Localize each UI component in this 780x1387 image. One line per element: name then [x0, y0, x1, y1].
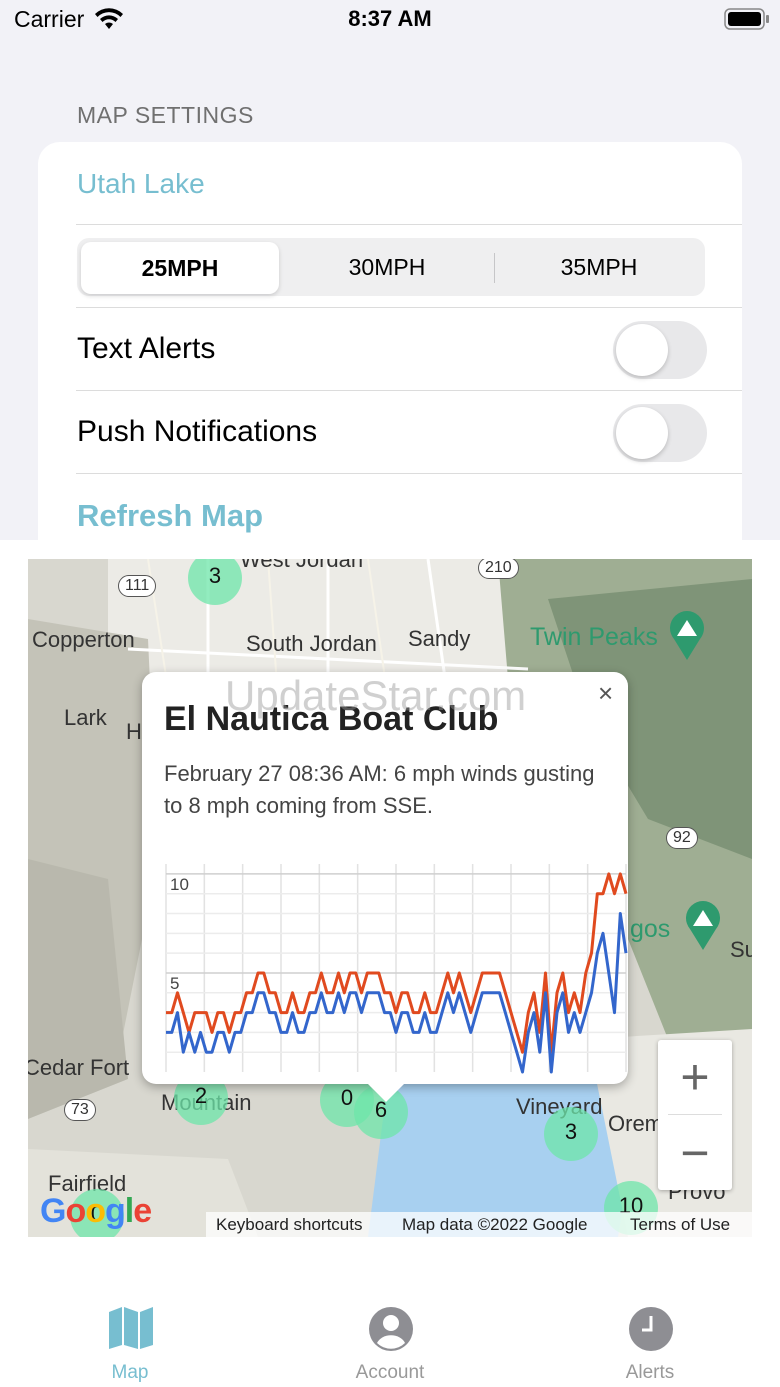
map-place-label: Twin Peaks [530, 623, 658, 651]
divider [76, 473, 742, 474]
toggle-knob [616, 324, 668, 376]
map-icon [109, 1307, 153, 1349]
push-notifications-label: Push Notifications [77, 415, 318, 448]
wind-chart: 10 5 [165, 864, 628, 1074]
status-bar: Carrier 8:37 AM [0, 0, 780, 40]
route-shield: 210 [478, 559, 519, 579]
tab-label: Map [111, 1362, 149, 1383]
map-data-label: Map data ©2022 Google [402, 1215, 588, 1234]
map-place-label: Su [730, 937, 752, 962]
map-place-label: South Jordan [246, 631, 377, 656]
map-place-label: Cedar Fort [28, 1055, 130, 1080]
segment-30mph[interactable]: 30MPH [283, 238, 491, 296]
station-speed: 3 [208, 563, 222, 588]
terms-of-use-link[interactable]: Terms of Use [630, 1215, 730, 1235]
tab-account[interactable]: Account [310, 1260, 470, 1387]
section-title: MAP SETTINGS [77, 102, 254, 128]
text-alerts-label: Text Alerts [77, 332, 216, 365]
map-place-label: Lark [64, 705, 107, 730]
push-notifications-toggle[interactable] [613, 404, 707, 462]
clock: 8:37 AM [348, 6, 432, 31]
segment-separator [494, 253, 495, 283]
speed-segmented-control: 25MPH 30MPH 35MPH [77, 238, 705, 296]
segment-35mph[interactable]: 35MPH [497, 238, 701, 296]
map-place-label: Sandy [408, 626, 471, 651]
chart-tick-label: 10 [170, 875, 189, 894]
map-place-label: West Jordan [240, 559, 364, 572]
clock-icon [629, 1307, 673, 1351]
map-place-label: H [126, 719, 142, 744]
route-shield: 73 [64, 1099, 96, 1121]
watermark: UpdateStar.com [225, 672, 527, 719]
mountain-pin-icon [670, 611, 704, 660]
divider [76, 390, 742, 391]
divider [76, 307, 742, 308]
station-speed: 2 [194, 1083, 208, 1108]
tab-map[interactable]: Map [50, 1260, 210, 1387]
close-icon[interactable]: × [598, 678, 613, 709]
toggle-knob [616, 407, 668, 459]
settings-card: Utah Lake 25MPH 30MPH 35MPH Text Alerts … [38, 142, 742, 562]
battery-icon [724, 8, 769, 30]
lake-selector[interactable]: Utah Lake [77, 168, 205, 200]
account-icon [369, 1307, 413, 1351]
refresh-map-button[interactable]: Refresh Map [77, 498, 263, 534]
map-attribution: Keyboard shortcuts Map data ©2022 Google… [206, 1212, 752, 1238]
zoom-separator [668, 1114, 722, 1115]
map-place-label: gos [630, 915, 671, 943]
text-alerts-toggle[interactable] [613, 321, 707, 379]
tab-label: Account [355, 1362, 425, 1383]
info-window-tail [366, 1082, 406, 1102]
zoom-control: + − [658, 1040, 732, 1190]
station-speed: 3 [564, 1119, 578, 1144]
zoom-out-button[interactable]: − [658, 1116, 732, 1190]
chart-tick-label: 5 [170, 974, 179, 993]
route-shield: 111 [118, 575, 157, 597]
divider [76, 224, 742, 225]
info-text: February 27 08:36 AM: 6 mph winds gustin… [164, 761, 595, 818]
map-place-label: Orem [608, 1111, 663, 1136]
google-logo: Google [40, 1192, 152, 1230]
tab-label: Alerts [625, 1362, 675, 1383]
wind-station-marker[interactable]: 3 [544, 1107, 598, 1161]
route-shield: 92 [666, 827, 698, 849]
zoom-in-button[interactable]: + [658, 1040, 732, 1114]
segment-25mph[interactable]: 25MPH [81, 242, 279, 294]
keyboard-shortcuts-link[interactable]: Keyboard shortcuts [216, 1215, 362, 1235]
mountain-pin-icon [686, 901, 720, 950]
tab-alerts[interactable]: Alerts [570, 1260, 730, 1387]
map-place-label: Copperton [32, 627, 135, 652]
tab-bar: Map Account Alerts [0, 1260, 780, 1387]
station-info-window: × El Nautica Boat Club February 27 08:36… [142, 672, 628, 1084]
